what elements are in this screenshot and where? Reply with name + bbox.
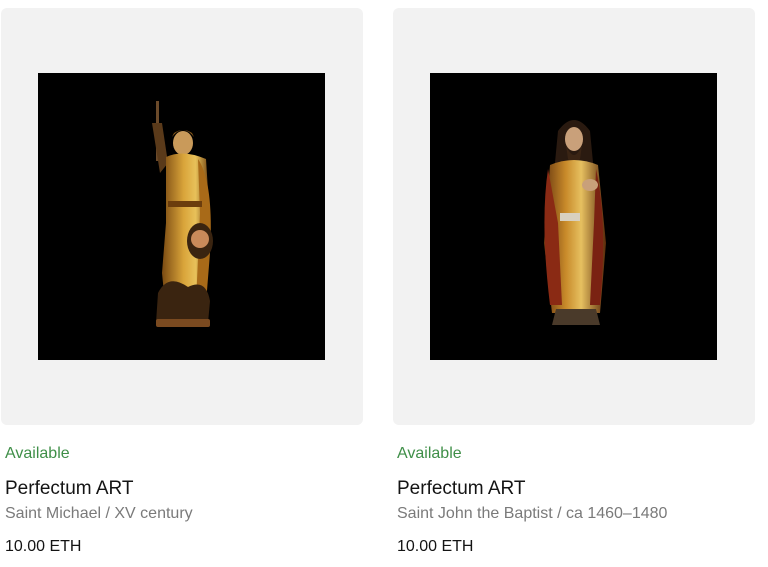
price-label: 10.00 ETH [5,538,82,555]
nft-card[interactable]: Available Perfectum ART Saint Michael / … [1,8,365,556]
artwork-title[interactable]: Saint Michael / XV century [1,504,365,523]
artwork-thumbnail[interactable] [393,8,755,425]
availability-status: Available [5,445,70,462]
artwork-title[interactable]: Saint John the Baptist / ca 1460–1480 [393,504,757,523]
price-label: 10.00 ETH [397,538,474,555]
saint-john-sculpture-image [430,73,717,360]
availability-status: Available [397,445,462,462]
creator-name[interactable]: Perfectum ART [393,478,757,500]
creator-name[interactable]: Perfectum ART [1,478,365,500]
nft-card-grid: Available Perfectum ART Saint Michael / … [0,0,768,567]
saint-michael-sculpture-image [38,73,325,360]
artwork-thumbnail[interactable] [1,8,363,425]
nft-card[interactable]: Available Perfectum ART Saint John the B… [393,8,757,556]
